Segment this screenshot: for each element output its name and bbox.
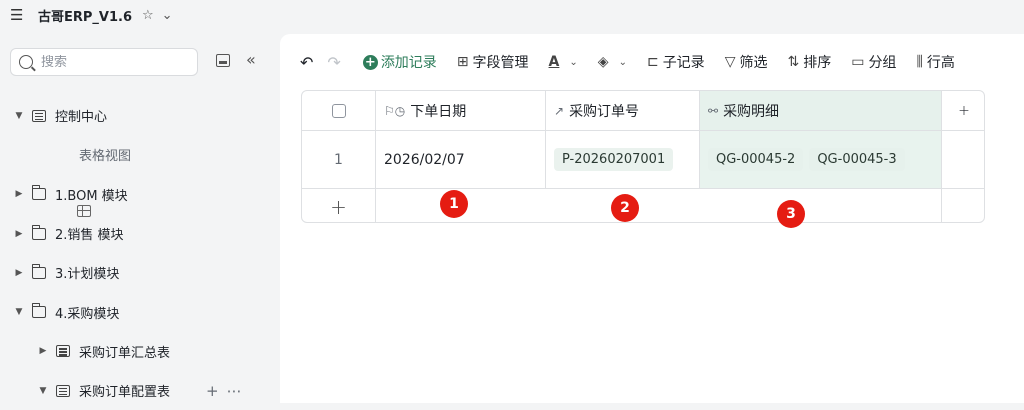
star-icon[interactable]: ☆	[142, 8, 154, 23]
expand-arrow-icon[interactable]: ▶	[14, 268, 24, 278]
expand-arrow-icon[interactable]: ▶	[14, 189, 24, 199]
text-color-icon: A	[548, 54, 560, 70]
document-icon	[56, 345, 70, 358]
redo-icon[interactable]: ↷	[327, 53, 340, 72]
add-row-button[interactable]: +	[302, 189, 376, 222]
search-box[interactable]	[10, 48, 198, 76]
fill-color-button[interactable]: ◈ ⌄	[598, 54, 627, 70]
collapse-panel-icon[interactable]	[216, 54, 230, 67]
main-panel: ↶ ↷ + 添加记录 ⊞ 字段管理 A ⌄ ◈ ⌄ ⊏ 子记录 ▽ 筛选 ⇅ 排…	[280, 34, 1024, 403]
chevron-down-icon: ⌄	[618, 56, 627, 68]
menu-icon[interactable]: ☰	[10, 6, 24, 24]
app-title: 古哥ERP_V1.6	[38, 9, 133, 25]
search-input[interactable]	[41, 54, 181, 70]
folder-icon: ▭	[851, 54, 865, 70]
detail-tag[interactable]: QG-00045-2	[708, 148, 804, 171]
order-no-tag[interactable]: P-20260207001	[554, 148, 674, 171]
chevron-down-icon[interactable]: ⌄	[162, 8, 173, 23]
order-no-cell[interactable]: P-20260207001	[546, 131, 700, 188]
row-height-button[interactable]: ⫼ 行高	[916, 52, 954, 72]
sub-record-icon: ⊏	[646, 54, 659, 70]
row-height-icon: ⫼	[916, 54, 923, 70]
header-row: ⚐◷ 下单日期 ↗ 采购订单号 ⚯ 采购明细 +	[302, 91, 984, 131]
detail-tag[interactable]: QG-00045-3	[809, 148, 905, 171]
tree-item-bom[interactable]: ▶ 1.BOM 模块	[0, 175, 280, 214]
tree-item-label: 控制中心	[55, 110, 108, 126]
title-bar: ☰ 古哥ERP_V1.6 ☆ ⌄	[0, 0, 1024, 30]
folder-icon	[31, 263, 46, 279]
tree-item-label: 2.销售 模块	[55, 228, 124, 244]
sort-icon: ⇅	[787, 54, 800, 70]
annotation-badge-3: 3	[777, 200, 805, 228]
paint-bucket-icon: ◈	[597, 54, 609, 70]
search-icon	[19, 55, 33, 69]
link-icon: ⚯	[708, 103, 719, 118]
column-header-order-no[interactable]: ↗ 采购订单号	[546, 91, 700, 130]
fields-grid-icon: ⊞	[456, 54, 469, 70]
tree-item-table-view[interactable]: 表格视图	[0, 135, 280, 217]
tree-item-actions: +⋯	[206, 382, 250, 400]
filter-button[interactable]: ▽ 筛选	[725, 52, 768, 72]
annotation-badge-1: 1	[440, 190, 468, 218]
column-header-purchase-details[interactable]: ⚯ 采购明细	[700, 91, 942, 130]
add-column-button[interactable]: +	[942, 91, 984, 130]
tree-item-po-summary[interactable]: ▶ 采购订单汇总表	[0, 332, 280, 371]
document-icon	[32, 109, 46, 122]
order-date-cell[interactable]: 2026/02/07	[376, 131, 546, 188]
sort-button[interactable]: ⇅ 排序	[787, 52, 831, 72]
empty-cell	[942, 189, 984, 222]
select-all-checkbox[interactable]	[331, 103, 346, 118]
group-button[interactable]: ▭ 分组	[851, 52, 896, 72]
folder-icon	[31, 303, 46, 319]
tree-item-label: 表格视图	[79, 149, 132, 165]
text-color-button[interactable]: A ⌄	[549, 54, 578, 70]
tree-item-label: 4.采购模块	[55, 306, 120, 322]
add-row[interactable]: +	[302, 189, 984, 222]
field-manage-button[interactable]: ⊞ 字段管理	[457, 52, 529, 72]
expand-arrow-icon[interactable]: ▶	[14, 229, 24, 239]
tree-item-label: 1.BOM 模块	[55, 188, 128, 204]
document-icon	[56, 384, 70, 397]
expand-arrow-icon[interactable]: ▼	[14, 307, 24, 317]
double-chevron-left-icon[interactable]: «	[246, 50, 256, 69]
nav-tree: ▼ 控制中心 表格视图 ▶ 1.BOM 模块 ▶ 2.销售 模块 ▶ 3.计划模…	[0, 96, 280, 410]
tree-item-label: 采购订单配置表	[79, 385, 171, 401]
tree-item-po-config[interactable]: ▼ 采购订单配置表 +⋯	[0, 371, 280, 410]
data-grid: ⚐◷ 下单日期 ↗ 采购订单号 ⚯ 采购明细 + 1 2026/02/07 P-…	[301, 90, 985, 223]
flag-clock-icon: ⚐◷	[384, 103, 406, 118]
purchase-details-cell[interactable]: QG-00045-2 QG-00045-3	[700, 131, 942, 188]
undo-icon[interactable]: ↶	[300, 53, 313, 72]
select-all-cell[interactable]	[302, 91, 376, 130]
tree-item-label: 采购订单汇总表	[79, 345, 171, 361]
filter-icon: ▽	[724, 54, 736, 70]
folder-icon	[31, 224, 46, 240]
link-icon: ↗	[554, 103, 565, 118]
tree-item-control-center[interactable]: ▼ 控制中心	[0, 96, 280, 135]
tree-item-label: 3.计划模块	[55, 267, 120, 283]
expand-arrow-icon[interactable]: ▼	[14, 111, 24, 121]
plus-icon[interactable]: +	[206, 382, 227, 400]
sidebar: « ▼ 控制中心 表格视图 ▶ 1.BOM 模块 ▶ 2.销售 模块 ▶ 3.计…	[0, 30, 280, 403]
expand-arrow-icon[interactable]: ▼	[38, 386, 48, 396]
toolbar: ↶ ↷ + 添加记录 ⊞ 字段管理 A ⌄ ◈ ⌄ ⊏ 子记录 ▽ 筛选 ⇅ 排…	[280, 34, 1024, 90]
column-header-order-date[interactable]: ⚐◷ 下单日期	[376, 91, 546, 130]
add-record-button[interactable]: + 添加记录	[362, 52, 437, 72]
folder-icon	[31, 185, 46, 201]
tree-item-plan[interactable]: ▶ 3.计划模块	[0, 253, 280, 292]
row-index: 1	[302, 131, 376, 188]
expand-arrow-icon[interactable]: ▶	[38, 346, 48, 356]
chevron-down-icon: ⌄	[569, 56, 578, 68]
empty-cell	[942, 131, 984, 188]
plus-circle-icon: +	[362, 54, 378, 70]
tree-item-sales[interactable]: ▶ 2.销售 模块	[0, 214, 280, 253]
annotation-badge-2: 2	[611, 194, 639, 222]
tree-item-purchase[interactable]: ▼ 4.采购模块	[0, 292, 280, 331]
more-icon[interactable]: ⋯	[227, 382, 250, 400]
table-row[interactable]: 1 2026/02/07 P-20260207001 QG-00045-2 QG…	[302, 131, 984, 189]
sub-record-button[interactable]: ⊏ 子记录	[647, 52, 705, 72]
